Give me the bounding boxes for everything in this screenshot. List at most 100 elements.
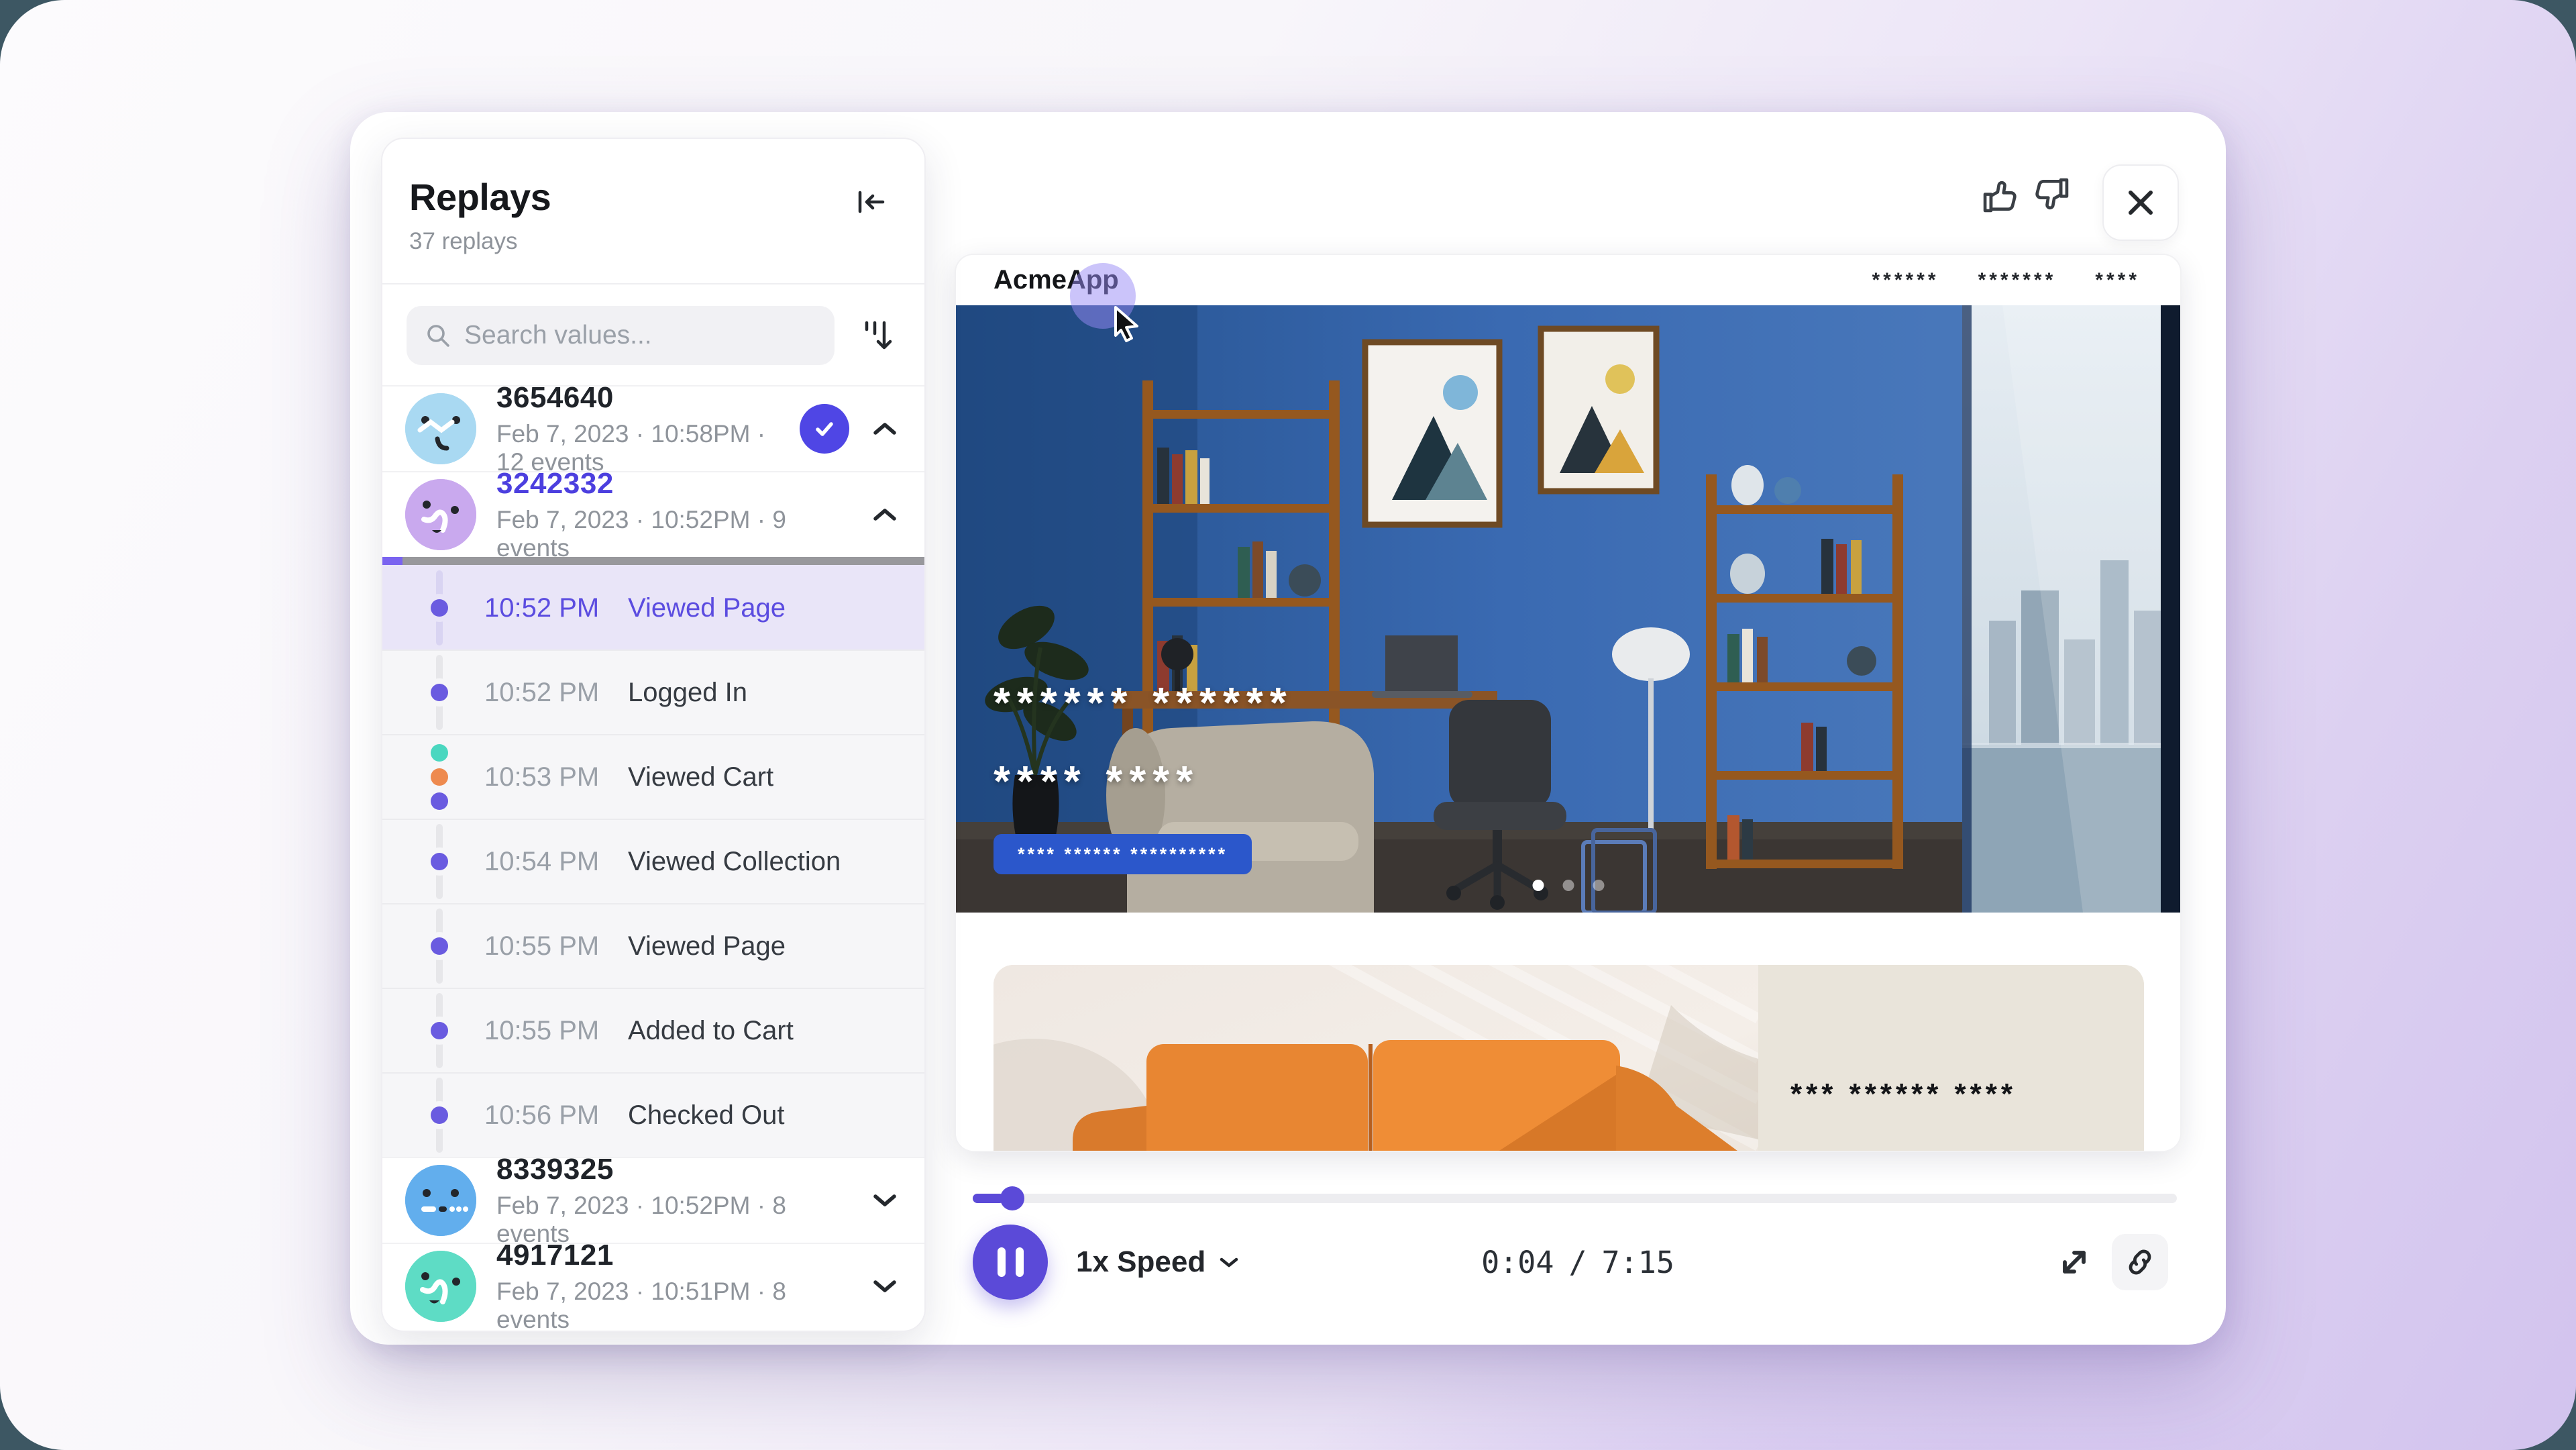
product-photo-sofa xyxy=(994,965,1758,1151)
event-label: Viewed Page xyxy=(628,931,786,962)
hero-photo-office-scene xyxy=(956,305,2180,913)
event-row[interactable]: 10:55 PM Viewed Page xyxy=(382,903,924,988)
fullscreen-button[interactable] xyxy=(2053,1241,2096,1284)
event-time: 10:55 PM xyxy=(484,931,609,962)
total-duration: 7:15 xyxy=(1602,1245,1674,1280)
event-row[interactable]: 10:52 PM Logged In xyxy=(382,650,924,734)
chevron-icon[interactable] xyxy=(872,1278,898,1294)
event-row[interactable]: 10:52 PM Viewed Page xyxy=(382,565,924,650)
event-time: 10:53 PM xyxy=(484,762,609,792)
thumbs-up-icon xyxy=(1978,176,2019,218)
session-id: 4917121 xyxy=(496,1239,852,1272)
replay-modal: Replays 37 replays xyxy=(350,112,2226,1345)
thumbs-down-icon xyxy=(2037,176,2078,218)
session-id: 3654640 xyxy=(496,381,780,415)
check-icon xyxy=(811,415,838,442)
sort-descending-icon xyxy=(857,316,896,355)
site-nav: ****** ******* **** xyxy=(1872,269,2141,292)
chevron-icon[interactable] xyxy=(872,507,898,523)
session-meta: Feb 7, 2023 · 10:52PM · 9 events xyxy=(496,506,852,562)
session-row[interactable]: 3242332 Feb 7, 2023 · 10:52PM · 9 events xyxy=(382,471,924,557)
nav-item-masked[interactable]: **** xyxy=(2095,269,2140,292)
session-row[interactable]: 3654640 Feb 7, 2023 · 10:58PM · 12 event… xyxy=(382,385,924,471)
event-time: 10:56 PM xyxy=(484,1100,609,1131)
session-id: 3242332 xyxy=(496,467,852,501)
event-label: Viewed Cart xyxy=(628,762,773,792)
replay-count: 37 replays xyxy=(409,228,887,255)
site-content: *** ****** **** xyxy=(956,913,2180,1151)
avatar xyxy=(405,393,476,464)
session-row[interactable]: 4917121 Feb 7, 2023 · 10:51PM · 8 events xyxy=(382,1243,924,1329)
event-time: 10:54 PM xyxy=(484,847,609,877)
event-time: 10:55 PM xyxy=(484,1016,609,1046)
page-title: Replays xyxy=(409,175,887,219)
site-hero: ****** ****** **** **** **** ****** ****… xyxy=(956,305,2180,913)
progress-fill xyxy=(973,1194,1004,1203)
carousel-dots[interactable] xyxy=(1532,880,1604,891)
expand-icon xyxy=(2055,1243,2093,1281)
hero-headline-masked-line2: **** **** xyxy=(994,756,1199,806)
avatar xyxy=(405,479,476,550)
event-row[interactable]: 10:53 PM Viewed Cart xyxy=(382,734,924,819)
time-separator: / xyxy=(1568,1245,1587,1280)
event-row[interactable]: 10:54 PM Viewed Collection xyxy=(382,819,924,903)
nav-item-masked[interactable]: ****** xyxy=(1872,269,1939,292)
product-caption-masked: *** ****** **** xyxy=(1790,1078,2017,1111)
progress-bar[interactable] xyxy=(973,1194,2177,1203)
thumbs-down-button[interactable] xyxy=(2035,175,2080,219)
event-label: Logged In xyxy=(628,678,747,708)
collapse-sidebar-button[interactable] xyxy=(852,183,890,221)
product-card-panel: *** ****** **** xyxy=(1758,965,2144,1151)
chevron-down-icon xyxy=(1219,1255,1239,1269)
time-display: 0:04 / 7:15 xyxy=(1444,1225,1712,1300)
replayed-site-topbar: AcmeApp ****** ******* **** xyxy=(956,255,2180,305)
session-meta: Feb 7, 2023 · 10:51PM · 8 events xyxy=(496,1278,852,1332)
session-progress-track[interactable] xyxy=(382,557,924,565)
replays-sidebar: Replays 37 replays xyxy=(381,138,926,1332)
collapse-panel-icon xyxy=(853,185,888,219)
event-label: Viewed Collection xyxy=(628,847,841,877)
screen: Replays 37 replays xyxy=(0,0,2576,1450)
carousel-dot[interactable] xyxy=(1593,880,1604,891)
cursor-pointer-icon xyxy=(1112,305,1148,344)
carousel-dot[interactable] xyxy=(1532,880,1544,891)
replay-viewport: AcmeApp ****** ******* **** xyxy=(956,255,2180,1151)
nav-item-masked[interactable]: ******* xyxy=(1978,269,2057,292)
event-row[interactable]: 10:56 PM Checked Out xyxy=(382,1072,924,1157)
hero-cta-button-masked[interactable]: **** ****** ********** xyxy=(994,834,1252,874)
thumbs-up-button[interactable] xyxy=(1976,175,2021,219)
sidebar-header: Replays 37 replays xyxy=(382,139,924,283)
event-label: Viewed Page xyxy=(628,593,786,623)
carousel-dot[interactable] xyxy=(1562,880,1574,891)
search-box[interactable] xyxy=(407,306,835,365)
chevron-icon[interactable] xyxy=(872,1192,898,1208)
watched-badge xyxy=(800,404,849,454)
pause-icon xyxy=(998,1247,1006,1277)
sort-filter-button[interactable] xyxy=(853,312,900,359)
current-time: 0:04 xyxy=(1481,1245,1554,1280)
avatar xyxy=(405,1165,476,1236)
event-list: 10:52 PM Viewed Page 10:52 PM Logged In … xyxy=(382,565,924,1157)
speed-label: 1x Speed xyxy=(1076,1245,1205,1279)
link-icon xyxy=(2125,1247,2155,1278)
close-button[interactable] xyxy=(2102,164,2179,241)
session-progress-fill xyxy=(382,557,402,565)
avatar xyxy=(405,1251,476,1322)
session-row[interactable]: 8339325 Feb 7, 2023 · 10:52PM · 8 events xyxy=(382,1157,924,1243)
event-row[interactable]: 10:55 PM Added to Cart xyxy=(382,988,924,1072)
search-row xyxy=(382,284,924,385)
close-icon xyxy=(2125,187,2156,218)
search-icon xyxy=(424,321,452,350)
pause-button[interactable] xyxy=(973,1225,1048,1300)
progress-handle[interactable] xyxy=(1000,1186,1024,1210)
event-label: Added to Cart xyxy=(628,1016,794,1046)
event-time: 10:52 PM xyxy=(484,593,609,623)
event-label: Checked Out xyxy=(628,1100,784,1131)
copy-link-button[interactable] xyxy=(2112,1234,2168,1290)
session-id: 8339325 xyxy=(496,1153,852,1186)
hero-headline-masked-line1: ****** ****** xyxy=(994,678,1293,727)
chevron-icon[interactable] xyxy=(872,421,898,437)
speed-selector[interactable]: 1x Speed xyxy=(1076,1225,1239,1300)
search-input[interactable] xyxy=(463,320,817,351)
product-card[interactable]: *** ****** **** xyxy=(994,965,2144,1151)
